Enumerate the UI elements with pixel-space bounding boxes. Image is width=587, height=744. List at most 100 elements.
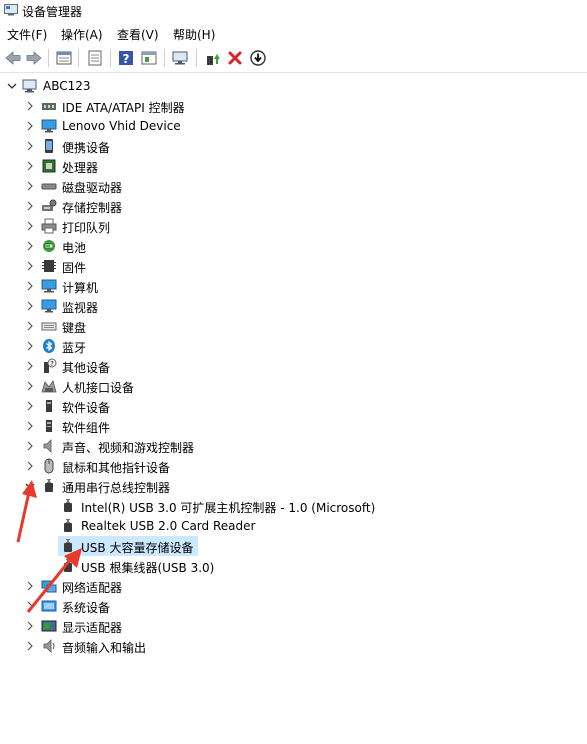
category-label: 声音、视频和游戏控制器 [62, 441, 195, 455]
uninstall-icon[interactable] [226, 49, 244, 67]
chevron-right-icon[interactable] [24, 400, 36, 412]
tree-category[interactable]: ? 其他设备 [0, 356, 587, 376]
tree-category[interactable]: 系统设备 [0, 596, 587, 616]
chevron-right-icon[interactable] [24, 440, 36, 452]
menu-help[interactable]: 帮助(H) [173, 26, 215, 43]
usb-icon [60, 538, 76, 554]
tree-category[interactable]: 固件 [0, 256, 587, 276]
network-adapter-icon [41, 578, 57, 594]
tree-category[interactable]: 电池 [0, 236, 587, 256]
battery-icon [41, 238, 57, 254]
tree-category[interactable]: 人机接口设备 [0, 376, 587, 396]
tree-category[interactable]: 便携设备 [0, 136, 587, 156]
chevron-right-icon[interactable] [24, 340, 36, 352]
chevron-right-icon[interactable] [24, 160, 36, 172]
category-label: 便携设备 [62, 141, 111, 155]
tree-category[interactable]: 显示适配器 [0, 616, 587, 636]
chevron-down-icon[interactable] [24, 480, 36, 492]
processor-icon [41, 158, 57, 174]
menu-view[interactable]: 查看(V) [117, 26, 159, 43]
list-icon[interactable] [86, 49, 104, 67]
category-label: 系统设备 [62, 601, 111, 615]
category-label: 处理器 [62, 161, 99, 175]
chevron-right-icon[interactable] [24, 120, 36, 132]
chevron-right-icon[interactable] [24, 280, 36, 292]
chevron-right-icon[interactable] [24, 100, 36, 112]
tree-device[interactable]: Intel(R) USB 3.0 可扩展主机控制器 - 1.0 (Microso… [0, 496, 587, 516]
category-label: 蓝牙 [62, 341, 87, 355]
tree-device[interactable]: USB 根集线器(USB 3.0) [0, 556, 587, 576]
chevron-right-icon[interactable] [24, 180, 36, 192]
keyboard-icon [41, 318, 57, 334]
category-label: 网络适配器 [62, 581, 123, 595]
tree-category[interactable]: 蓝牙 [0, 336, 587, 356]
svg-text:?: ? [123, 52, 130, 66]
details-icon[interactable] [140, 49, 158, 67]
usb-icon [41, 478, 57, 494]
software-component-icon [41, 418, 57, 434]
category-label: 软件设备 [62, 401, 111, 415]
display-adapter-icon [41, 618, 57, 634]
tree-category[interactable]: 通用串行总线控制器 [0, 476, 587, 496]
chevron-right-icon[interactable] [24, 320, 36, 332]
tree-category[interactable]: 软件设备 [0, 396, 587, 416]
monitor-icon [41, 298, 57, 314]
disk-drive-icon [41, 178, 57, 194]
chevron-down-icon[interactable] [6, 80, 18, 92]
category-label: 音频输入和输出 [62, 641, 147, 655]
category-label: 存储控制器 [62, 201, 123, 215]
menu-bar: 文件(F) 操作(A) 查看(V) 帮助(H) [0, 22, 587, 44]
tree-category[interactable]: 计算机 [0, 276, 587, 296]
scan-monitor-icon[interactable] [171, 49, 189, 67]
chevron-right-icon[interactable] [24, 200, 36, 212]
back-icon[interactable] [4, 49, 22, 67]
tree-category[interactable]: 声音、视频和游戏控制器 [0, 436, 587, 456]
chevron-right-icon[interactable] [24, 420, 36, 432]
chevron-right-icon[interactable] [24, 260, 36, 272]
forward-icon[interactable] [25, 49, 43, 67]
chevron-right-icon[interactable] [24, 240, 36, 252]
root-label: ABC123 [43, 79, 91, 93]
tree-category[interactable]: 处理器 [0, 156, 587, 176]
chevron-right-icon[interactable] [24, 600, 36, 612]
tree-category[interactable]: 打印队列 [0, 216, 587, 236]
menu-action[interactable]: 操作(A) [61, 26, 103, 43]
firmware-icon [41, 258, 57, 274]
tree-category[interactable]: 监视器 [0, 296, 587, 316]
chevron-right-icon[interactable] [24, 360, 36, 372]
chevron-right-icon[interactable] [24, 300, 36, 312]
chevron-right-icon[interactable] [24, 460, 36, 472]
audio-io-icon [41, 638, 57, 654]
tree-category[interactable]: Lenovo Vhid Device [0, 116, 587, 136]
tree-device[interactable]: USB 大容量存储设备 [0, 536, 587, 556]
tree-category[interactable]: 鼠标和其他指针设备 [0, 456, 587, 476]
category-label: 软件组件 [62, 421, 111, 435]
tree-device[interactable]: Realtek USB 2.0 Card Reader [0, 516, 587, 536]
chevron-right-icon[interactable] [24, 140, 36, 152]
chevron-right-icon[interactable] [24, 580, 36, 592]
tree-category[interactable]: 音频输入和输出 [0, 636, 587, 656]
tree-category[interactable]: 磁盘驱动器 [0, 176, 587, 196]
tree-category[interactable]: 网络适配器 [0, 576, 587, 596]
chevron-right-icon[interactable] [24, 640, 36, 652]
usb-icon [60, 498, 76, 514]
properties-icon[interactable] [55, 49, 73, 67]
category-label: 通用串行总线控制器 [62, 481, 171, 495]
tree-category[interactable]: IDE ATA/ATAPI 控制器 [0, 96, 587, 116]
update-driver-icon[interactable] [203, 49, 221, 67]
software-device-icon [41, 398, 57, 414]
tree-category[interactable]: 软件组件 [0, 416, 587, 436]
help-icon[interactable]: ? [117, 49, 135, 67]
tree-category[interactable]: 存储控制器 [0, 196, 587, 216]
menu-file[interactable]: 文件(F) [7, 26, 47, 43]
tree-root[interactable]: ABC123 [0, 76, 587, 96]
tree-category[interactable]: 键盘 [0, 316, 587, 336]
printer-icon [41, 218, 57, 234]
download-icon[interactable] [249, 49, 267, 67]
chevron-right-icon[interactable] [24, 220, 36, 232]
chevron-right-icon[interactable] [24, 380, 36, 392]
computer-icon [41, 278, 57, 294]
chevron-right-icon[interactable] [24, 620, 36, 632]
device-label: USB 根集线器(USB 3.0) [81, 561, 215, 575]
system-device-icon [41, 598, 57, 614]
